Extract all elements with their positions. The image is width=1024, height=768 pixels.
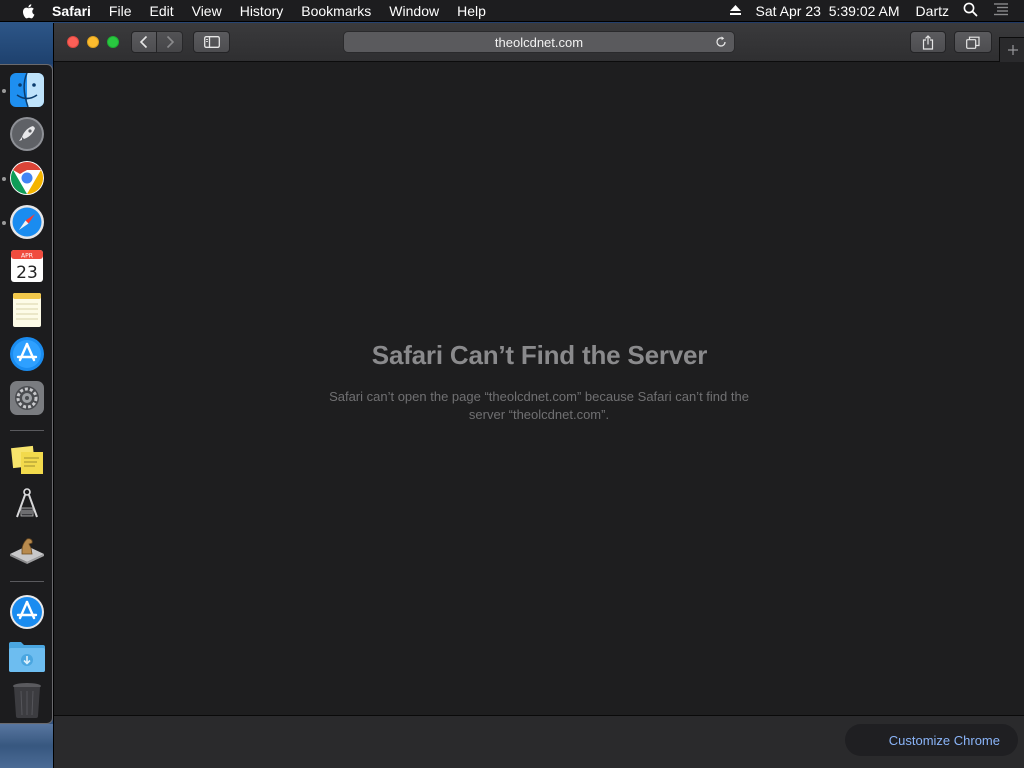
menu-history[interactable]: History: [240, 3, 284, 19]
safari-compass-icon[interactable]: [8, 203, 46, 241]
chess-knight-icon[interactable]: [8, 529, 46, 567]
desktop-wallpaper: [0, 22, 54, 64]
calendar-icon[interactable]: APR 23: [8, 247, 46, 285]
search-icon[interactable]: [963, 2, 978, 20]
browser-toolbar: theolcdnet.com: [54, 23, 1024, 62]
dock-separator: [10, 581, 44, 582]
back-button[interactable]: [131, 31, 157, 53]
dock: APR 23: [0, 64, 53, 724]
trash-icon[interactable]: [8, 681, 46, 719]
notes-icon[interactable]: [8, 291, 46, 329]
folder-icon[interactable]: [8, 637, 46, 675]
menu-view[interactable]: View: [192, 3, 222, 19]
tab-overview-button[interactable]: [954, 31, 992, 53]
desktop-wallpaper-bottom: [0, 724, 54, 768]
eject-icon[interactable]: [729, 3, 742, 19]
menu-help[interactable]: Help: [457, 3, 486, 19]
safari-window: theolcdnet.com Safari Can’t Find the Ser…: [53, 23, 1024, 768]
svg-text:APR: APR: [21, 253, 33, 260]
chevron-right-icon: [166, 35, 174, 49]
rocket-icon[interactable]: [8, 115, 46, 153]
app-store-icon[interactable]: [8, 593, 46, 631]
minimize-window-button[interactable]: [87, 36, 99, 48]
maximize-window-button[interactable]: [107, 36, 119, 48]
menu-bar: Safari File Edit View History Bookmarks …: [0, 0, 1024, 22]
reload-icon[interactable]: [714, 35, 728, 49]
menu-user[interactable]: Dartz: [916, 3, 949, 19]
app-store-icon[interactable]: [8, 335, 46, 373]
gear-icon[interactable]: [8, 379, 46, 417]
bottom-bar: Customize Chrome: [54, 715, 1024, 768]
sidebar-icon: [203, 36, 220, 48]
menu-edit[interactable]: Edit: [149, 3, 173, 19]
close-window-button[interactable]: [67, 36, 79, 48]
chevron-left-icon: [139, 35, 148, 49]
customize-chrome-button[interactable]: Customize Chrome: [845, 724, 1018, 756]
svg-text:23: 23: [16, 263, 38, 283]
share-icon: [922, 34, 934, 50]
compass-tool-icon[interactable]: [8, 485, 46, 523]
menu-app-name[interactable]: Safari: [52, 3, 91, 19]
navigation-buttons: [131, 31, 183, 53]
error-message: Safari can’t open the page “theolcdnet.c…: [329, 389, 749, 422]
running-indicator: [2, 89, 6, 93]
menu-clock[interactable]: Sat Apr 23 5:39:02 AM: [756, 3, 900, 19]
running-indicator: [2, 177, 6, 181]
share-button[interactable]: [910, 31, 946, 53]
finder-icon[interactable]: [8, 71, 46, 109]
error-title: Safari Can’t Find the Server: [371, 340, 708, 370]
sidebar-toggle-button[interactable]: [193, 31, 230, 53]
plus-icon: [1007, 45, 1018, 55]
dock-separator: [10, 430, 44, 431]
menu-window[interactable]: Window: [389, 3, 439, 19]
status-area: Sat Apr 23 5:39:02 AM Dartz: [729, 0, 1024, 22]
menu-bookmarks[interactable]: Bookmarks: [301, 3, 371, 19]
address-bar[interactable]: theolcdnet.com: [343, 31, 735, 53]
stickies-icon[interactable]: [8, 441, 46, 479]
page-content: Safari Can’t Find the Server Safari can’…: [54, 62, 1024, 715]
new-tab-button[interactable]: [999, 37, 1024, 62]
url-text: theolcdnet.com: [494, 34, 584, 50]
forward-button[interactable]: [157, 31, 183, 53]
list-icon[interactable]: [992, 2, 1010, 19]
apple-menu-icon[interactable]: [18, 3, 38, 19]
running-indicator: [2, 221, 6, 225]
menu-file[interactable]: File: [109, 3, 132, 19]
tabs-icon: [966, 36, 980, 49]
chrome-icon[interactable]: [8, 159, 46, 197]
